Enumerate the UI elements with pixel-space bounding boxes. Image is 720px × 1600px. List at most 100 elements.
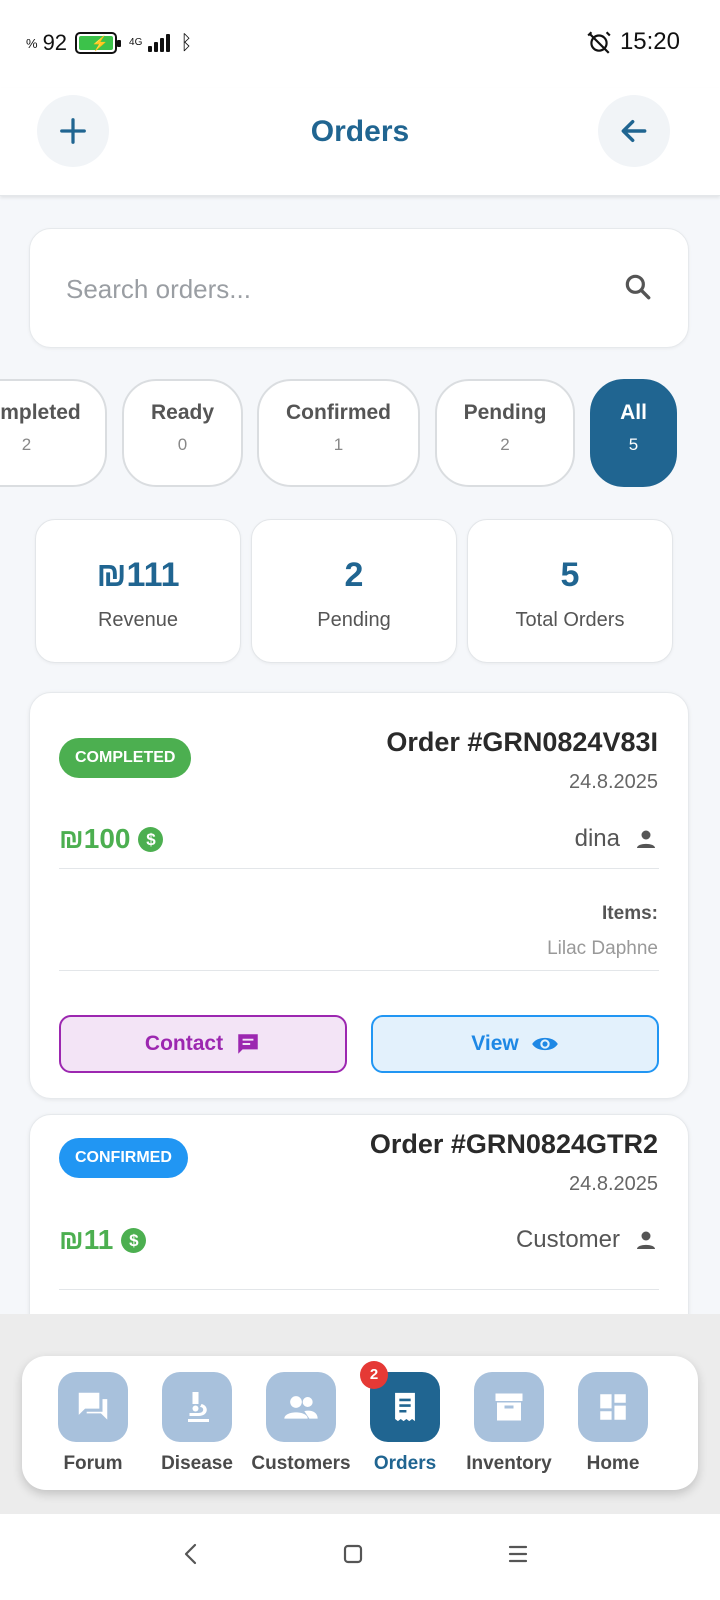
network-type: 4G [129, 37, 143, 48]
filter-label: Confirmed [286, 401, 391, 424]
nav-label: Forum [63, 1453, 123, 1474]
items-label: Items: [602, 903, 658, 924]
stat-label: Pending [317, 609, 391, 631]
nav-label: Customers [251, 1453, 351, 1474]
search-icon[interactable] [622, 271, 654, 303]
filter-chip-confirmed[interactable]: Confirmed 1 [257, 379, 420, 487]
arrow-back-icon [621, 119, 647, 143]
clock: 15:20 [619, 28, 680, 55]
stat-value: 5 [560, 556, 580, 594]
order-number: Order #GRN0824V83I [386, 727, 658, 757]
app-header: Orders [0, 88, 720, 196]
system-menu-icon[interactable] [507, 1542, 529, 1566]
nav-item-forum[interactable]: Forum [40, 1372, 146, 1475]
divider [59, 970, 659, 971]
nav-label: Inventory [466, 1453, 552, 1474]
back-button[interactable] [598, 95, 670, 167]
nav-label: Home [586, 1453, 640, 1474]
filter-count: 2 [21, 435, 32, 454]
filter-chip-ready[interactable]: Ready 0 [122, 379, 243, 487]
filter-label: Pending [463, 401, 547, 424]
contact-label: Contact [144, 1032, 224, 1055]
bluetooth-icon: ᛒ [180, 31, 193, 54]
filter-chip-completed[interactable]: Completed 2 [0, 379, 107, 487]
order-customer: dina [575, 825, 658, 853]
dollar-icon: $ [138, 826, 164, 852]
status-bar: % 92 ⚡ 4G ᛒ 15:20 [0, 0, 720, 88]
filter-count: 1 [333, 435, 344, 454]
filter-label: Ready [150, 401, 215, 424]
percent-sign: % [26, 35, 38, 51]
customer-name: Customer [515, 1226, 620, 1253]
microscope-icon-wrap [162, 1372, 232, 1442]
filter-label: All [620, 401, 647, 424]
order-amount: ₪11 $ [59, 1224, 147, 1256]
microscope-icon [188, 1392, 209, 1422]
stat-card-revenue: ₪111 Revenue [35, 519, 241, 663]
receipt-icon [395, 1392, 415, 1422]
nav-item-inventory[interactable]: Inventory [456, 1372, 562, 1475]
stat-value: 2 [344, 556, 364, 594]
person-icon [637, 1231, 655, 1249]
filter-count: 0 [177, 435, 188, 454]
alarm-off-icon [587, 31, 611, 54]
divider [59, 868, 659, 869]
stat-value: ₪111 [96, 556, 180, 594]
order-date: 24.8.2025 [569, 1173, 658, 1195]
battery-icon: ⚡ [75, 32, 122, 54]
forum-icon [78, 1392, 108, 1420]
amount-value: ₪100 [59, 823, 131, 854]
stat-card-pending: 2 Pending [251, 519, 457, 663]
nav-item-customers[interactable]: Customers [248, 1372, 354, 1475]
filter-chip-all[interactable]: All 5 [590, 379, 677, 487]
archive-box-icon [495, 1393, 523, 1421]
customer-name: dina [574, 825, 620, 852]
forum-icon-wrap [58, 1372, 128, 1442]
status-right: 15:20 [586, 28, 680, 56]
order-card[interactable]: COMPLETED Order #GRN0824V83I 24.8.2025 ₪… [29, 692, 689, 1099]
nav-label: Disease [161, 1453, 233, 1474]
stat-label: Total Orders [515, 609, 625, 631]
search-placeholder: Search orders... [66, 274, 251, 304]
receipt-icon-wrap: 2 [360, 1361, 440, 1442]
chat-icon [238, 1034, 258, 1054]
amount-value: ₪11 [59, 1224, 114, 1255]
status-badge: COMPLETED [59, 738, 192, 778]
order-customer: Customer [516, 1226, 658, 1254]
status-filter-bar: Completed 2 Ready 0 Confirmed 1 Pending … [0, 379, 720, 489]
order-amount: ₪100 $ [59, 823, 164, 855]
status-badge: CONFIRMED [59, 1138, 188, 1178]
people-icon [284, 1396, 318, 1419]
filter-count: 2 [500, 435, 510, 454]
nav-item-orders[interactable]: 2 Orders [352, 1361, 458, 1475]
divider [59, 1289, 659, 1290]
system-navigation-bar [0, 1514, 720, 1600]
contact-button[interactable]: Contact [59, 1015, 347, 1073]
signal-icon [148, 34, 171, 52]
nav-item-home[interactable]: Home [560, 1372, 666, 1475]
person-icon [637, 830, 655, 848]
nav-label: Orders [373, 1453, 437, 1474]
people-icon-wrap [266, 1372, 336, 1442]
system-back-icon[interactable] [181, 1542, 201, 1566]
system-home-icon[interactable] [342, 1542, 364, 1566]
filter-chip-pending[interactable]: Pending 2 [435, 379, 575, 487]
status-left: % 92 ⚡ 4G ᛒ [26, 30, 192, 56]
dashboard-icon-wrap [578, 1372, 648, 1442]
bottom-nav: Forum Disease Customers 2 Orders Invento… [22, 1356, 698, 1490]
archive-box-icon-wrap [474, 1372, 544, 1442]
order-number: Order #GRN0824GTR2 [369, 1129, 658, 1159]
search-input[interactable]: Search orders... [29, 228, 689, 348]
items-value: Lilac Daphne [547, 938, 658, 959]
battery-percent: 92 [42, 30, 68, 55]
dashboard-icon [600, 1394, 626, 1420]
eye-icon [531, 1037, 558, 1051]
stat-card-total-orders: 5 Total Orders [467, 519, 673, 663]
view-button[interactable]: View [371, 1015, 659, 1073]
stat-label: Revenue [97, 609, 179, 631]
filter-count: 5 [628, 435, 639, 454]
nav-item-disease[interactable]: Disease [144, 1372, 250, 1475]
dollar-icon: $ [121, 1227, 147, 1253]
filter-label: Completed [0, 401, 81, 424]
notification-badge: 2 [360, 1361, 388, 1389]
